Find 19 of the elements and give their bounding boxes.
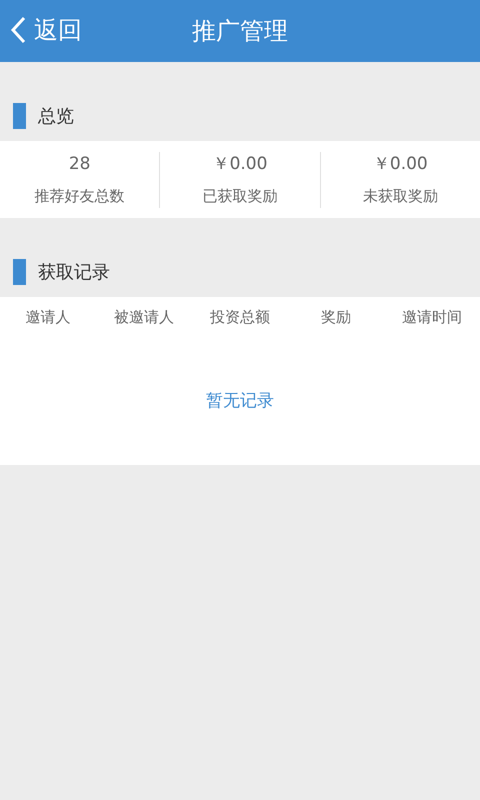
stat-value: 28 — [68, 152, 90, 176]
empty-message: 暂无记录 — [206, 390, 274, 413]
column-header: 被邀请人 — [113, 306, 175, 328]
section-marker — [13, 259, 26, 285]
stat-label: 未获取奖励 — [362, 186, 438, 207]
section-title: 总览 — [38, 104, 74, 128]
column-header: 邀请时间 — [401, 306, 463, 328]
stat-value: ￥0.00 — [212, 152, 268, 176]
page-title: 推广管理 — [192, 16, 288, 47]
column-header: 邀请人 — [24, 306, 72, 328]
stat-value: ￥0.00 — [372, 152, 428, 176]
back-button[interactable]: 返回 — [10, 12, 82, 48]
column-header: 奖励 — [320, 306, 352, 328]
column-header: 投资总额 — [209, 306, 271, 328]
back-icon — [10, 16, 26, 44]
section-marker — [13, 103, 26, 129]
stat-label: 推荐好友总数 — [34, 186, 125, 207]
stat-label: 已获取奖励 — [202, 186, 278, 207]
section-title: 获取记录 — [38, 260, 110, 284]
